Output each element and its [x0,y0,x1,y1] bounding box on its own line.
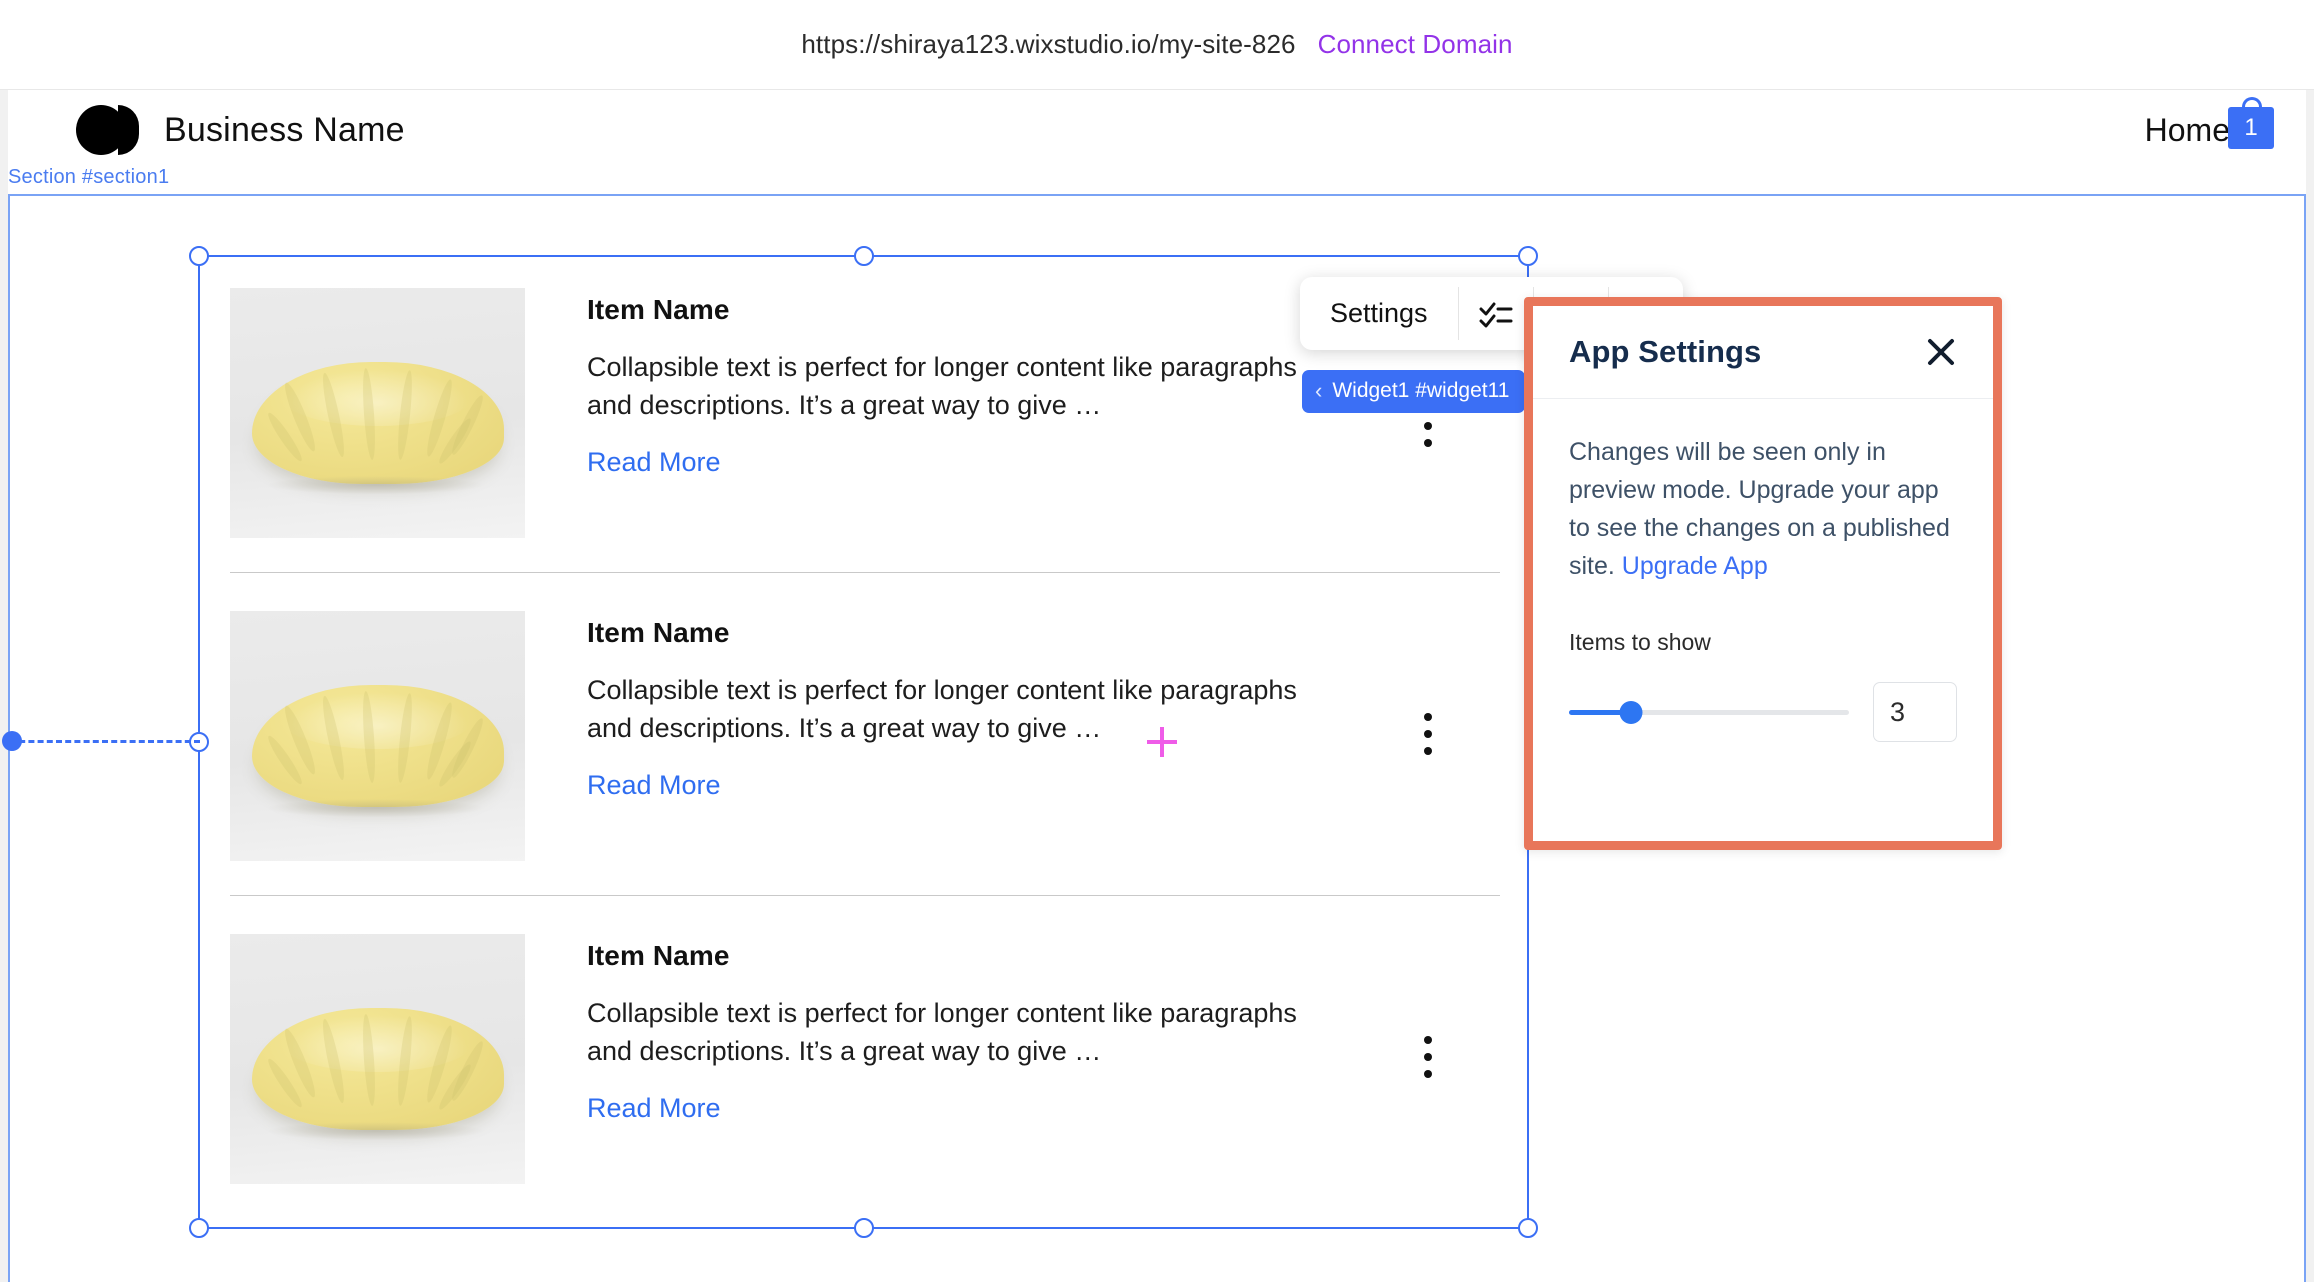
widget-breadcrumb-badge[interactable]: ‹ Widget1 #widget11 [1302,370,1526,413]
alignment-guide-line [10,740,200,743]
items-to-show-label: Items to show [1569,629,1711,655]
item-description: Collapsible text is perfect for longer c… [587,998,1297,1067]
item-description: Collapsible text is perfect for longer c… [587,675,1297,744]
cart-count-badge: 1 [2228,107,2274,149]
site-header: Business Name Home 1 [8,90,2306,170]
app-settings-title: App Settings [1569,334,1762,369]
circle-halfcircle-logo-icon [76,105,139,155]
site-url-bar: https://shiraya123.wixstudio.io/my-site-… [0,0,2314,90]
read-more-link[interactable]: Read More [587,770,721,801]
settings-button[interactable]: Settings [1300,277,1458,350]
item-thumbnail [230,611,525,861]
items-to-show-slider[interactable] [1569,700,1849,724]
item-text-block: Item Name Collapsible text is perfect fo… [587,934,1500,1124]
item-title: Item Name [587,617,730,648]
item-title: Item Name [587,940,730,971]
items-to-show-control: 3 [1569,682,1957,742]
upgrade-app-link[interactable]: Upgrade App [1622,552,1768,580]
list-item[interactable]: Item Name Collapsible text is perfect fo… [230,895,1500,1218]
item-thumbnail [230,288,525,538]
brand-name: Business Name [164,110,405,149]
section-label[interactable]: Section #section1 [8,166,169,189]
site-url-text: https://shiraya123.wixstudio.io/my-site-… [801,29,1296,59]
canvas-gutter-right [2306,90,2314,1282]
collapsible-item-list: Item Name Collapsible text is perfect fo… [230,280,1500,1218]
alignment-guide-dot [2,731,22,751]
app-settings-body: Changes will be seen only in preview mod… [1533,399,1993,742]
nav-item-home[interactable]: Home [2145,112,2230,149]
app-settings-panel: App Settings Changes will be seen only i… [1524,297,2002,850]
kebab-menu-icon[interactable] [1424,713,1432,755]
item-description: Collapsible text is perfect for longer c… [587,352,1297,421]
close-icon[interactable] [1921,332,1961,372]
checklist-icon[interactable] [1459,277,1533,350]
read-more-link[interactable]: Read More [587,447,721,478]
brand-block[interactable]: Business Name [76,105,405,155]
app-settings-header: App Settings [1533,306,1993,399]
item-text-block: Item Name Collapsible text is perfect fo… [587,611,1500,801]
editor-canvas-root: https://shiraya123.wixstudio.io/my-site-… [0,0,2314,1282]
slider-knob[interactable] [1619,701,1643,724]
chevron-left-icon: ‹ [1315,378,1323,403]
canvas-gutter-left [0,90,8,1282]
item-thumbnail [230,934,525,1184]
header-nav: Home 1 [2145,97,2284,161]
items-to-show-input[interactable]: 3 [1873,682,1957,742]
read-more-link[interactable]: Read More [587,1093,721,1124]
widget-badge-label: Widget1 #widget11 [1332,379,1510,402]
connect-domain-link[interactable]: Connect Domain [1318,29,1513,60]
preview-mode-note: Changes will be seen only in preview mod… [1569,433,1957,585]
shopping-bag-icon[interactable]: 1 [2222,97,2284,161]
list-item[interactable]: Item Name Collapsible text is perfect fo… [230,572,1500,895]
kebab-menu-icon[interactable] [1424,1036,1432,1078]
